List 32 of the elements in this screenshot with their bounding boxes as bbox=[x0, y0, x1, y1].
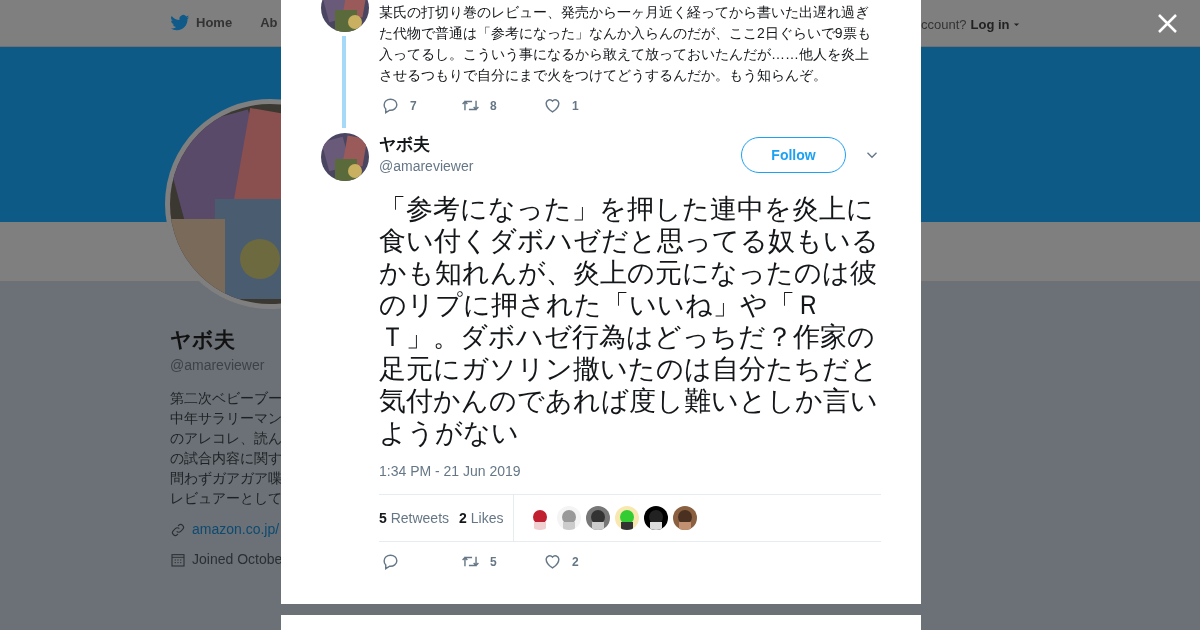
tweet-text: 某氏の打切り巻のレビュー、発売から一ヶ月近く経ってから書いた出遅れ過ぎた代物で普通は「参考になった」なんか入らんのだが、ここ2日ぐらいで9票も入ってるし。こういう事になるから敢えて放っておいたんだが……他人を炎上させるつもりで自分にまで火をつけてどうするんだか。もう知らんぞ。 bbox=[379, 3, 872, 85]
calendar-icon bbox=[170, 551, 186, 568]
close-icon[interactable] bbox=[1157, 13, 1178, 34]
nav-link[interactable]: Home bbox=[170, 13, 233, 33]
speech-bubble-icon[interactable] bbox=[381, 96, 400, 115]
heart-icon[interactable] bbox=[543, 552, 562, 571]
login-prompt: ccount? bbox=[921, 16, 967, 34]
profile-link[interactable]: amazon.co.jp/ bbox=[192, 519, 280, 540]
login-link[interactable]: Log in bbox=[970, 15, 1021, 35]
bio-line: 中年サラリーマン bbox=[170, 409, 282, 428]
bio-line: 第二次ベビーブー bbox=[170, 389, 282, 408]
action-count: 7 bbox=[410, 97, 417, 115]
stat-link[interactable]: 5 Retweets bbox=[379, 507, 450, 529]
stat-link[interactable]: 2 Likes bbox=[459, 507, 504, 529]
joined-date: Joined Octobe bbox=[192, 550, 283, 569]
action-count: 1 bbox=[572, 97, 579, 115]
bio-line: レビュアーとして bbox=[170, 489, 282, 508]
action-count: 2 bbox=[572, 553, 579, 571]
tweet-text: 「参考になった」を押した連中を炎上に食い付くダボハゼだと思ってる奴もいるかも知れんが、炎上の元になったのは彼のリプに押された「いいね」や「ＲＴ」。ダボハゼ行為はどっちだ？作家の足元にガソリン撒いたのは自分たちだと気付かんのであれば度し難いとしか言いようがない bbox=[379, 193, 880, 449]
action-count: 5 bbox=[490, 553, 497, 571]
bio-line: 問わずガアガア喋 bbox=[170, 469, 282, 488]
speech-bubble-icon[interactable] bbox=[381, 552, 400, 571]
bio-line: の試合内容に関す bbox=[170, 449, 282, 468]
nav-link[interactable]: Ab bbox=[260, 13, 278, 33]
heart-icon[interactable] bbox=[543, 96, 562, 115]
user-name: ヤボ夫 bbox=[379, 134, 431, 156]
action-count: 8 bbox=[490, 97, 497, 115]
tweet-timestamp: 1:34 PM - 21 Jun 2019 bbox=[379, 462, 522, 481]
link-icon[interactable] bbox=[170, 521, 186, 538]
user-handle: @amareviewer bbox=[379, 157, 474, 176]
bio-line: のアレコレ、読ん bbox=[170, 429, 282, 448]
profile-name: ヤボ夫 bbox=[170, 327, 235, 353]
